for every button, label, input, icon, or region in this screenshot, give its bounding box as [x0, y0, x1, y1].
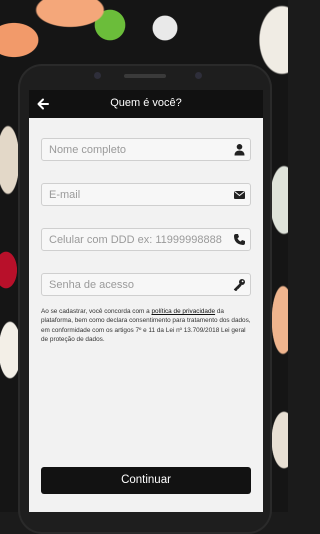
- top-bar: Quem é você?: [29, 90, 263, 118]
- email-placeholder: E-mail: [49, 189, 81, 201]
- phone-icon: [233, 233, 246, 246]
- email-field[interactable]: E-mail: [41, 183, 251, 206]
- phone-field[interactable]: Celular com DDD ex: 11999998888: [41, 228, 251, 251]
- privacy-policy-link[interactable]: política de privacidade: [151, 308, 215, 315]
- password-placeholder: Senha de acesso: [49, 279, 135, 291]
- continue-button[interactable]: Continuar: [41, 467, 251, 494]
- user-icon: [233, 143, 246, 156]
- app-screen: Quem é você? Nome completo E-mail Celula…: [29, 90, 263, 512]
- phone-sensor: [94, 72, 101, 79]
- name-field[interactable]: Nome completo: [41, 138, 251, 161]
- password-field[interactable]: Senha de acesso: [41, 273, 251, 296]
- phone-camera: [195, 72, 202, 79]
- name-placeholder: Nome completo: [49, 144, 127, 156]
- phone-speaker: [124, 74, 166, 78]
- privacy-notice: Ao se cadastrar, você concorda com a pol…: [41, 307, 253, 345]
- page-title: Quem é você?: [110, 97, 182, 109]
- envelope-icon: [233, 188, 246, 201]
- phone-placeholder: Celular com DDD ex: 11999998888: [49, 234, 222, 246]
- key-icon: [233, 278, 246, 292]
- privacy-notice-text-start: Ao se cadastrar, você concorda com a: [41, 308, 152, 315]
